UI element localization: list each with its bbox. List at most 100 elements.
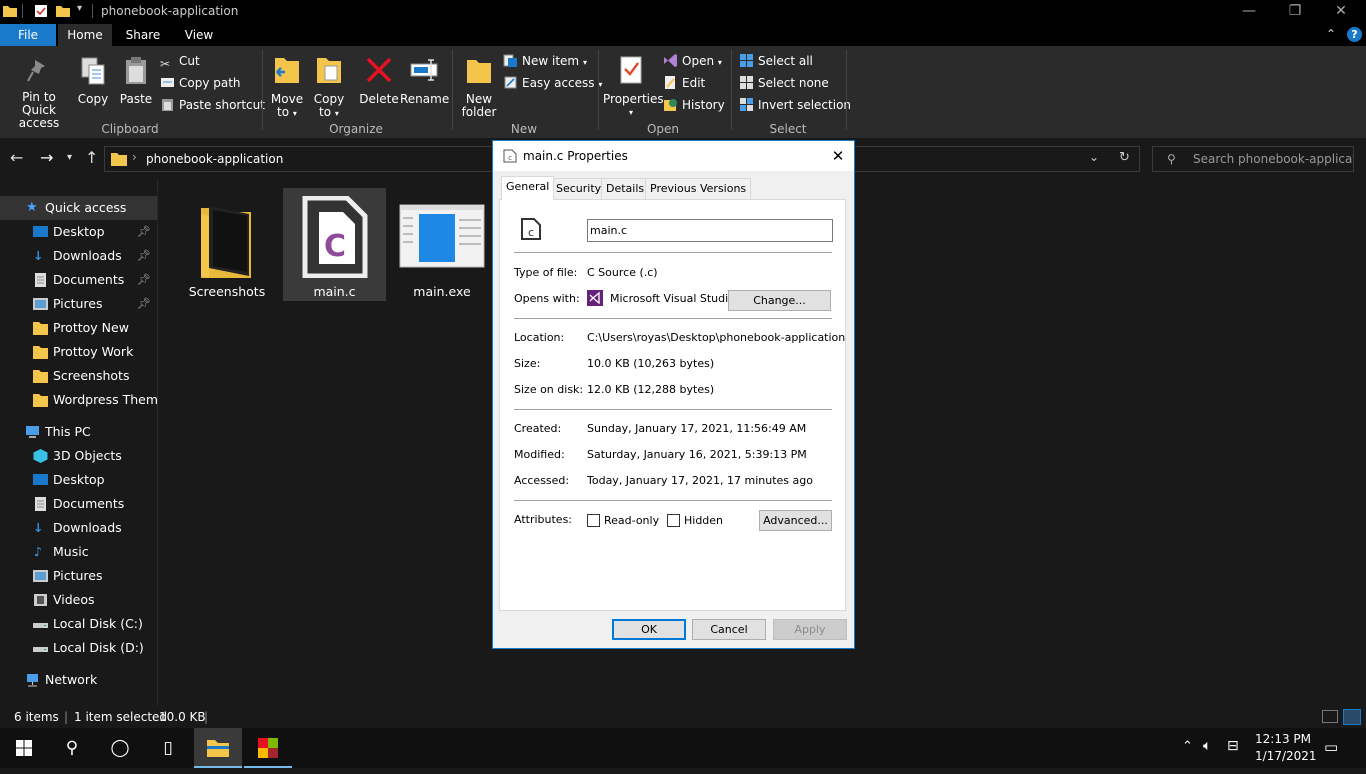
nav-quick-access[interactable]: ★ Quick access — [0, 196, 157, 220]
edit-button[interactable]: Edit — [663, 73, 705, 93]
up-arrow-icon[interactable]: ↑ — [85, 148, 98, 167]
divider — [514, 409, 832, 410]
sidebar-item-music[interactable]: ♪ Music — [0, 540, 157, 564]
tab-share[interactable]: Share — [118, 24, 168, 46]
details-view-icon[interactable] — [1322, 710, 1338, 723]
c-source-file-icon: C — [302, 196, 367, 278]
invert-selection-button[interactable]: Invert selection — [739, 95, 851, 115]
tab-file[interactable]: File — [0, 24, 56, 46]
quick-access-dropdown-icon[interactable]: ▾ — [77, 3, 82, 14]
sidebar-item-local-disk-d-[interactable]: Local Disk (D:) — [0, 636, 157, 660]
status-bar: 6 items | 1 item selected 10.0 KB | — [0, 706, 1366, 728]
recent-locations-icon[interactable]: ▾ — [67, 152, 72, 163]
sidebar-item-downloads[interactable]: ↓ Downloads — [0, 516, 157, 540]
change-button[interactable]: Change... — [728, 290, 831, 311]
network-tray-icon[interactable]: ⊟ — [1227, 738, 1239, 754]
app-taskbar-icon[interactable] — [244, 728, 292, 768]
open-button[interactable]: Open ▾ — [663, 51, 722, 71]
new-item-button[interactable]: New item ▾ — [503, 51, 587, 71]
dialog-close-button[interactable]: ✕ — [828, 145, 848, 167]
properties-button[interactable]: Properties ▾ — [603, 54, 664, 119]
clock-time[interactable]: 12:13 PM — [1255, 732, 1311, 746]
sidebar-item-downloads[interactable]: ↓ Downloads 📌︎ — [0, 244, 157, 268]
easy-access-button[interactable]: Easy access ▾ — [503, 73, 602, 93]
restore-button[interactable]: ❐ — [1272, 0, 1318, 24]
sidebar-item-prottoy-work[interactable]: Prottoy Work — [0, 340, 157, 364]
sidebar-item-label: Documents — [53, 272, 125, 287]
history-button[interactable]: History — [663, 95, 725, 115]
read-only-label[interactable]: Read-only — [604, 514, 659, 527]
advanced-button[interactable]: Advanced... — [759, 510, 832, 531]
new-folder-button[interactable]: New folder — [458, 54, 500, 119]
back-arrow-icon[interactable]: ← — [10, 148, 23, 167]
sidebar-item-wordpress-theme-d[interactable]: Wordpress Theme D — [0, 388, 157, 412]
select-none-button[interactable]: Select none — [739, 73, 829, 93]
pin-to-quick-access-button[interactable]: Pin to Quick access — [6, 56, 72, 130]
search-input[interactable]: ⚲ Search phonebook-applicati... — [1152, 146, 1354, 172]
tab-details[interactable]: Details — [601, 178, 650, 199]
file-explorer-taskbar-icon[interactable] — [194, 728, 242, 768]
refresh-icon[interactable]: ↻ — [1119, 150, 1130, 165]
sidebar-item-prottoy-new[interactable]: Prottoy New — [0, 316, 157, 340]
breadcrumb-current[interactable]: phonebook-application — [146, 152, 283, 166]
large-icons-view-icon[interactable] — [1343, 709, 1361, 725]
sidebar-item-label: Desktop — [53, 472, 105, 487]
chevron-up-icon[interactable]: ⌃ — [1182, 739, 1193, 754]
sidebar-item-documents[interactable]: Documents — [0, 492, 157, 516]
rename-button[interactable]: Rename — [400, 54, 449, 106]
nav-this-pc[interactable]: This PC — [0, 420, 157, 444]
tab-view[interactable]: View — [174, 24, 224, 46]
new-folder-quick-icon[interactable] — [56, 4, 70, 18]
hidden-checkbox[interactable] — [667, 514, 680, 527]
ok-button[interactable]: OK — [612, 619, 686, 640]
collapse-ribbon-icon[interactable]: ⌃ — [1326, 27, 1336, 41]
hidden-label[interactable]: Hidden — [684, 514, 723, 527]
apply-button[interactable]: Apply — [773, 619, 847, 640]
sidebar-item-pictures[interactable]: Pictures — [0, 564, 157, 588]
start-windows-icon[interactable] — [0, 728, 48, 768]
copy-button[interactable]: Copy — [76, 56, 110, 106]
notifications-icon[interactable]: ▭ — [1324, 738, 1338, 756]
help-icon[interactable]: ? — [1347, 27, 1362, 42]
sidebar-item-desktop[interactable]: Desktop 📌︎ — [0, 220, 157, 244]
cortana-icon[interactable]: ◯ — [96, 728, 144, 768]
tab-security[interactable]: Security — [551, 178, 607, 199]
file-item-main-c[interactable]: C main.c — [283, 188, 386, 301]
paste-button[interactable]: Paste — [118, 56, 154, 106]
dialog-title-bar[interactable]: c main.c Properties ✕ — [493, 141, 854, 171]
file-item-screenshots[interactable]: Screenshots — [181, 190, 273, 302]
copy-path-button[interactable]: Copy path — [160, 73, 241, 93]
file-item-main-exe[interactable]: main.exe — [396, 190, 488, 302]
tab-home[interactable]: Home — [58, 24, 112, 46]
sidebar-item-videos[interactable]: Videos — [0, 588, 157, 612]
cut-button[interactable]: ✂ Cut — [160, 51, 200, 71]
copy-icon — [81, 57, 105, 85]
close-window-button[interactable]: ✕ — [1318, 0, 1364, 24]
search-taskbar-icon[interactable]: ⚲ — [48, 728, 96, 768]
tab-previous-versions[interactable]: Previous Versions — [645, 178, 752, 199]
select-all-button[interactable]: Select all — [739, 51, 813, 71]
sidebar-item-pictures[interactable]: Pictures 📌︎ — [0, 292, 157, 316]
task-view-icon[interactable]: ▯ — [144, 728, 192, 768]
properties-quick-icon[interactable] — [34, 4, 48, 18]
copy-to-button[interactable]: Copy to ▾ — [312, 54, 346, 120]
sidebar-item-documents[interactable]: Documents 📌︎ — [0, 268, 157, 292]
sidebar-item-screenshots[interactable]: Screenshots — [0, 364, 157, 388]
volume-icon[interactable]: 🔈︎ — [1203, 738, 1211, 754]
address-dropdown-icon[interactable]: ⌄ — [1089, 150, 1099, 164]
sidebar-item-desktop[interactable]: Desktop — [0, 468, 157, 492]
nav-network[interactable]: Network — [0, 668, 157, 692]
sidebar-item-local-disk-c-[interactable]: Local Disk (C:) — [0, 612, 157, 636]
filename-input[interactable]: main.c — [587, 219, 833, 242]
clock-date[interactable]: 1/17/2021 — [1255, 749, 1317, 763]
sidebar-item-3d-objects[interactable]: 3D Objects — [0, 444, 157, 468]
move-to-button[interactable]: Move to ▾ — [270, 54, 304, 120]
paste-shortcut-button[interactable]: Paste shortcut — [160, 95, 265, 115]
read-only-checkbox[interactable] — [587, 514, 600, 527]
cancel-button[interactable]: Cancel — [692, 619, 766, 640]
minimize-button[interactable]: — — [1226, 0, 1272, 24]
delete-button[interactable]: Delete — [358, 54, 400, 106]
forward-arrow-icon[interactable]: → — [40, 148, 53, 167]
ribbon-tab-bar: File Home Share View ⌃ ? — [0, 24, 1366, 46]
tab-general[interactable]: General — [501, 176, 555, 200]
